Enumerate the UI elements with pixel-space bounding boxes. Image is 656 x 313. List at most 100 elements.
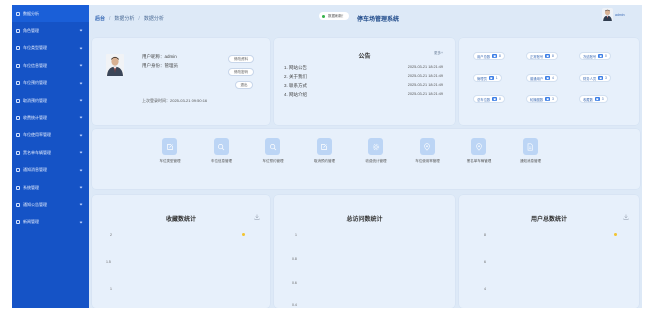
chevron-down-icon: [79, 81, 83, 84]
status-dot-icon: [322, 14, 325, 18]
location-icon: [424, 142, 430, 151]
stat-count: 0: [499, 97, 501, 101]
sidebar-item-label: 通知公告管理: [23, 201, 47, 207]
sidebar-item[interactable]: 通知公告管理: [12, 196, 89, 213]
stat-badge[interactable]: 用户总数 ▣ 8: [473, 52, 505, 60]
breadcrumb-level1[interactable]: 数据分析: [114, 15, 134, 22]
sidebar-item[interactable]: 车位信息管理: [12, 57, 89, 74]
user-info-card: 用户昵称：admin 用户身份：管理员 修改资料 修改密码 退出 上次登录时间：…: [92, 38, 270, 125]
chart-title: 用户总数统计: [530, 217, 567, 223]
last-login-time: 上次登录时间：2025-03-21 09:50:16: [142, 98, 208, 103]
chevron-down-icon: [79, 133, 83, 137]
stat-badge[interactable]: 轮播图数 ▣ 3: [526, 95, 558, 103]
shortcut-icon-box: [265, 138, 280, 155]
shortcut-icon-box: [162, 138, 177, 155]
chevron-down-icon: [79, 46, 83, 50]
shortcut-item[interactable]: 车位信息管理: [197, 138, 247, 178]
stat-badge[interactable]: 冻结账号 ▣ 0: [579, 52, 611, 60]
shortcut-item[interactable]: 车位类型管理: [145, 138, 195, 178]
y-tick: 8: [484, 233, 486, 237]
shortcut-icon-box: [471, 138, 486, 155]
stat-badge[interactable]: 收藏数 ▣ 3: [579, 95, 608, 103]
sidebar-item[interactable]: 车位使用率管理: [12, 127, 89, 144]
shortcut-icon-box: [213, 138, 229, 155]
notice-item[interactable]: 3. 联系方式 2025-03-21 18:21:49: [284, 83, 443, 91]
image-icon: ▣: [492, 54, 498, 58]
notice-item[interactable]: 1. 网站公告 2025-03-21 18:21:49: [284, 65, 443, 73]
shortcut-label: 车位类型管理: [159, 159, 181, 163]
image-icon: ▣: [488, 76, 494, 80]
sidebar-item[interactable]: 新闻管理: [12, 214, 89, 231]
notice-item[interactable]: 2. 关于我们 2025-03-21 18:21:49: [284, 74, 443, 82]
stat-label: 收藏数: [583, 97, 593, 102]
stats-card: 用户总数 ▣ 8 正常账号 ▣ 8 冻结账号 ▣ 0 管理员 ▣ 1 普通用户 ▣ 4 财务人员 ▣ 3 总车位数 ▣…: [459, 38, 639, 125]
stat-badge[interactable]: 总车位数 ▣ 0: [473, 95, 505, 103]
user-role: 用户身份：管理员: [142, 63, 178, 68]
change-password-button[interactable]: 修改密码: [228, 68, 254, 76]
shortcut-item[interactable]: 通知消息管理: [506, 138, 556, 178]
download-icon[interactable]: [623, 214, 629, 220]
menu-icon: [16, 29, 20, 34]
sidebar-item-label: 数据分析: [23, 10, 39, 16]
admin-avatar[interactable]: [602, 8, 613, 21]
shortcut-item[interactable]: 取消预约管理: [300, 138, 350, 178]
stat-badge[interactable]: 普通用户 ▣ 4: [526, 74, 558, 82]
notice-title: 公告: [358, 54, 371, 60]
sidebar-item[interactable]: 黑名单车辆管理: [12, 144, 89, 161]
menu-icon: [16, 133, 20, 138]
sidebar-item[interactable]: 车位类型管理: [12, 40, 89, 57]
sidebar-item-label: 角色管理: [23, 28, 39, 34]
stat-badge[interactable]: 正常账号 ▣ 8: [526, 52, 558, 60]
sidebar-item[interactable]: 通知消息管理: [12, 162, 89, 179]
shortcut-item[interactable]: 车位预约管理: [248, 138, 298, 178]
refresh-status-badge[interactable]: 数据刷新！: [319, 12, 349, 20]
stat-badge[interactable]: 管理员 ▣ 1: [473, 74, 502, 82]
visits-chart-card: 总访问数统计 1 0.8 0.6 0.4: [274, 195, 455, 308]
download-icon[interactable]: [254, 214, 260, 220]
edit-profile-button[interactable]: 修改资料: [228, 55, 254, 63]
y-tick: 6: [484, 260, 486, 264]
shortcut-item[interactable]: 车位使用率管理: [403, 138, 453, 178]
chevron-down-icon: [79, 63, 83, 67]
notice-time: 2025-03-21 18:21:49: [407, 83, 443, 87]
legend-dot: [242, 233, 245, 236]
image-icon: ▣: [545, 97, 551, 101]
image-icon: ▣: [492, 97, 498, 101]
stat-count: 3: [601, 97, 604, 101]
stat-badge[interactable]: 财务人员 ▣ 3: [579, 74, 611, 82]
shortcut-item[interactable]: 黑名单车辆管理: [454, 138, 504, 178]
stat-count: 8: [552, 54, 554, 58]
search-icon: [218, 143, 225, 150]
admin-username[interactable]: admin: [615, 13, 625, 17]
sidebar-item-label: 车位信息管理: [23, 62, 47, 68]
breadcrumb-home[interactable]: 后台: [95, 15, 105, 22]
sidebar-item[interactable]: 角色管理: [12, 22, 89, 39]
sidebar-item[interactable]: 取消预约管理: [12, 92, 89, 109]
sidebar-item[interactable]: 系统管理: [12, 179, 89, 196]
location-icon: [475, 142, 482, 151]
sidebar-item-label: 车位使用率管理: [23, 132, 51, 138]
sidebar-item-label: 收费统计管理: [23, 115, 47, 121]
chevron-down-icon: [79, 28, 83, 32]
chevron-down-icon: [79, 168, 83, 171]
sidebar-item[interactable]: 数据分析: [12, 5, 89, 23]
notice-item[interactable]: 4. 网站介绍 2025-03-21 18:21:49: [284, 92, 443, 100]
sidebar: 数据分析角色管理车位类型管理车位信息管理车位预约管理 取消预约管理收费统计管理 车位…: [12, 5, 89, 308]
sidebar-item[interactable]: 车位预约管理: [12, 75, 89, 92]
shortcut-item[interactable]: 收费统计管理: [351, 138, 401, 178]
menu-icon: [16, 46, 20, 51]
shortcut-icon-box: [316, 138, 332, 155]
logout-button[interactable]: 退出: [235, 81, 253, 89]
menu-icon: [16, 63, 20, 68]
notice-more-link[interactable]: 更多+: [434, 51, 443, 56]
search-icon: [269, 143, 276, 150]
sidebar-item[interactable]: 收费统计管理: [12, 109, 89, 126]
users-chart-card: 用户总数统计 8 6 4: [459, 195, 639, 308]
menu-icon: [16, 11, 20, 16]
y-tick: 2: [110, 233, 112, 237]
stat-label: 总车位数: [477, 97, 491, 102]
chart-title: 总访问数统计: [346, 217, 383, 223]
sidebar-item-label: 新闻管理: [23, 219, 39, 225]
image-icon: ▣: [545, 54, 551, 58]
breadcrumb-level2: 数据分析: [143, 16, 164, 22]
